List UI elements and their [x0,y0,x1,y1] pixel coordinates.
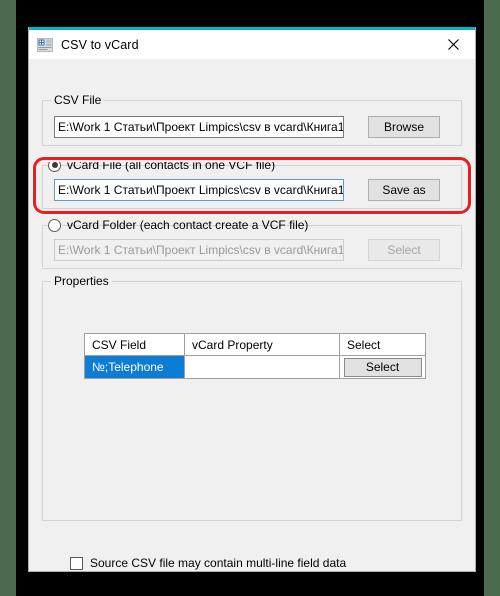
vcard-file-radio[interactable]: vCard File (all contacts in one VCF file… [48,158,275,172]
column-header-vcard-property: vCard Property [185,334,340,355]
desktop-wallpaper-strip-left [0,0,16,596]
vcard-file-path-value: E:\Work 1 Статьи\Проект Limpics\csv в vc… [58,183,304,197]
vcard-folder-radio[interactable]: vCard Folder (each contact create a VCF … [48,218,308,232]
close-button[interactable] [431,30,475,59]
browse-button[interactable]: Browse [368,116,440,138]
table-row[interactable]: №;Telephone Select [85,356,425,378]
properties-group-label: Properties [51,274,112,288]
multiline-checkbox-label: Source CSV file may contain multi-line f… [90,556,347,570]
properties-group: Properties [42,274,462,521]
radio-indicator-selected [48,158,61,172]
folder-select-button: Select [368,239,440,261]
close-icon [447,39,459,50]
vcard-folder-radio-label: vCard Folder (each contact create a VCF … [67,218,309,232]
vcard-file-radio-label: vCard File (all contacts in one VCF file… [67,158,276,172]
checkbox-indicator-unchecked [70,556,83,570]
csv-file-path-input[interactable]: E:\Work 1 Статьи\Проект Limpics\csv в vc… [54,116,344,138]
column-header-csv-field: CSV Field [85,334,185,355]
title-bar: CSV to vCard [29,30,475,59]
multiline-checkbox[interactable]: Source CSV file may contain multi-line f… [70,556,346,570]
cell-select: Select [340,356,425,378]
vcard-file-path-value-tail: \Книга1.vcf [303,183,344,197]
radio-indicator-unselected [48,218,61,232]
desktop-wallpaper-strip-right [484,0,500,596]
properties-table: CSV Field vCard Property Select №;Teleph… [84,333,426,379]
vcard-file-path-input[interactable]: E:\Work 1 Статьи\Проект Limpics\csv в vc… [54,179,344,201]
cell-csv-field[interactable]: №;Telephone [85,356,185,378]
csv-file-group-label: CSV File [51,93,105,107]
table-header-row: CSV Field vCard Property Select [85,334,425,356]
row-select-button[interactable]: Select [343,357,422,377]
dialog-client-area: CSV File E:\Work 1 Статьи\Проект Limpics… [29,59,475,571]
window-title: CSV to vCard [61,37,139,52]
cell-vcard-property[interactable] [185,356,340,378]
column-header-select: Select [347,337,381,352]
application-icon [37,37,53,52]
save-as-button[interactable]: Save as [368,179,440,201]
vcard-folder-path-input: E:\Work 1 Статьи\Проект Limpics\csv в vc… [54,239,344,261]
application-window: CSV to vCard CSV File E:\Work 1 Статьи\П… [28,27,476,572]
